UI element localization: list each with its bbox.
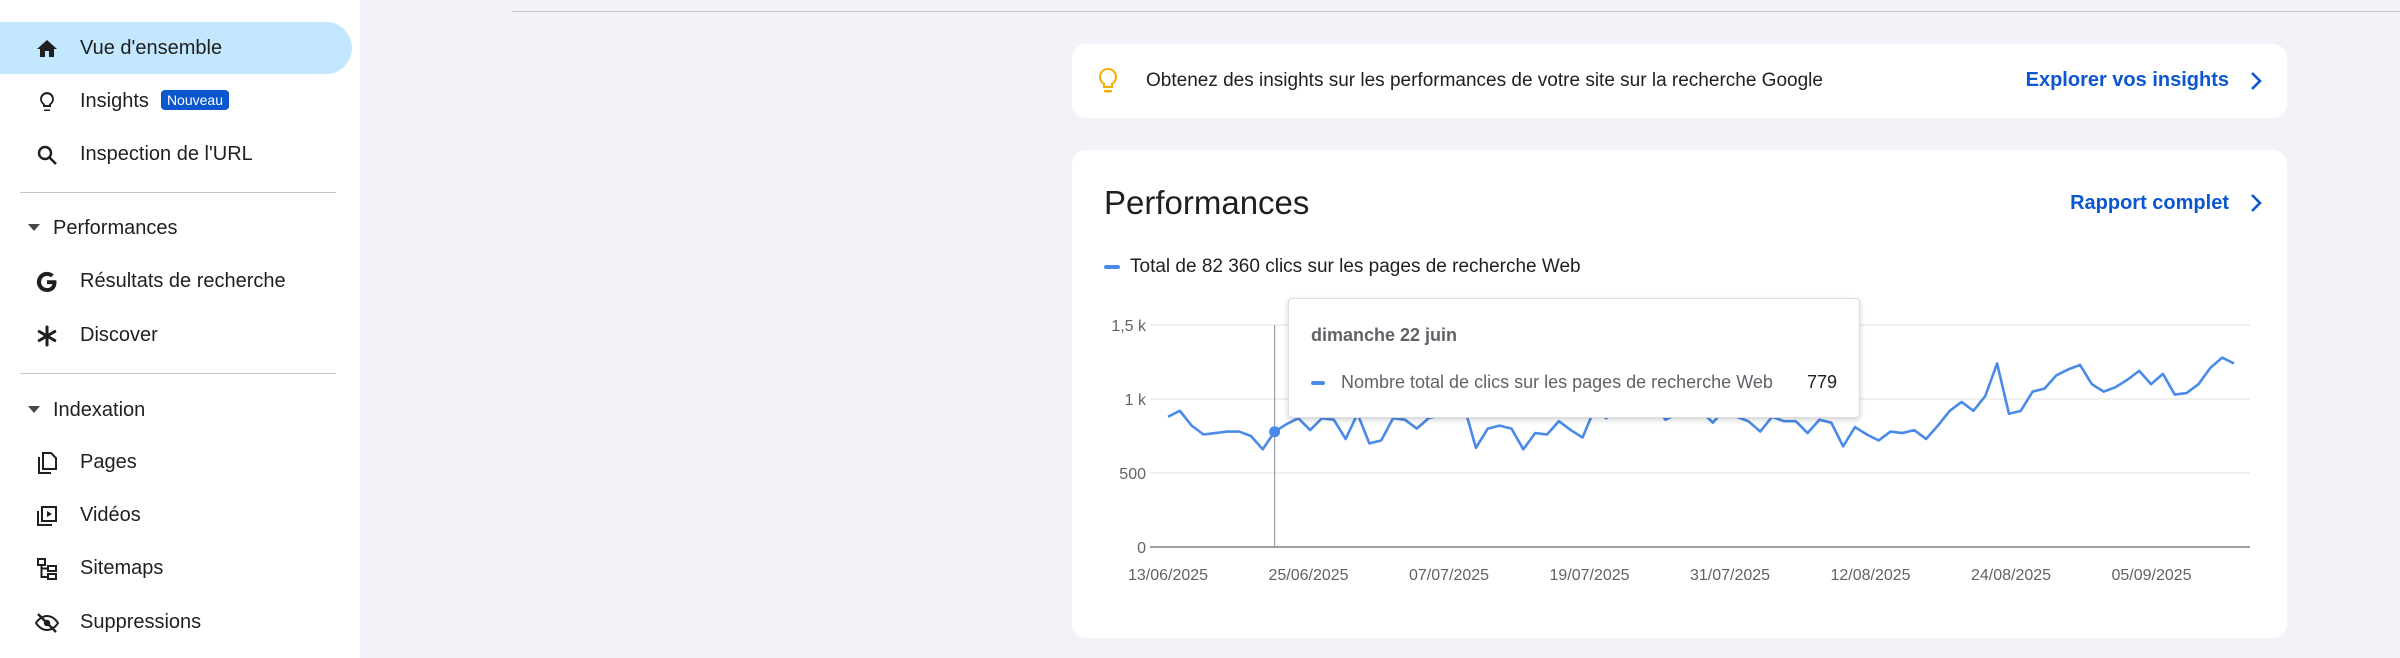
x-tick-label: 24/08/2025 — [1971, 567, 2051, 584]
y-tick-label: 500 — [1119, 466, 1146, 483]
x-tick-label: 07/07/2025 — [1409, 567, 1489, 584]
tooltip-swatch — [1311, 381, 1325, 385]
performance-chart[interactable]: 0 500 1 k 1,5 k 13/06/2025 25/06/2025 07/07/20… — [0, 0, 2400, 658]
x-tick-label: 12/08/2025 — [1830, 567, 1910, 584]
x-tick-label: 13/06/2025 — [1128, 567, 1208, 584]
chart-tooltip: dimanche 22 juin Nombre total de clics s… — [1288, 298, 1860, 418]
x-tick-label: 05/09/2025 — [2111, 567, 2191, 584]
y-tick-label: 1,5 k — [1111, 318, 1147, 335]
tooltip-date: dimanche 22 juin — [1311, 325, 1458, 345]
hover-point — [1269, 426, 1281, 438]
y-tick-label: 0 — [1137, 540, 1146, 557]
x-tick-label: 19/07/2025 — [1549, 567, 1629, 584]
x-tick-label: 31/07/2025 — [1690, 567, 1770, 584]
y-tick-label: 1 k — [1125, 392, 1147, 409]
tooltip-metric: Nombre total de clics sur les pages de r… — [1341, 372, 1773, 392]
x-tick-label: 25/06/2025 — [1268, 567, 1348, 584]
tooltip-value: 779 — [1806, 372, 1837, 392]
